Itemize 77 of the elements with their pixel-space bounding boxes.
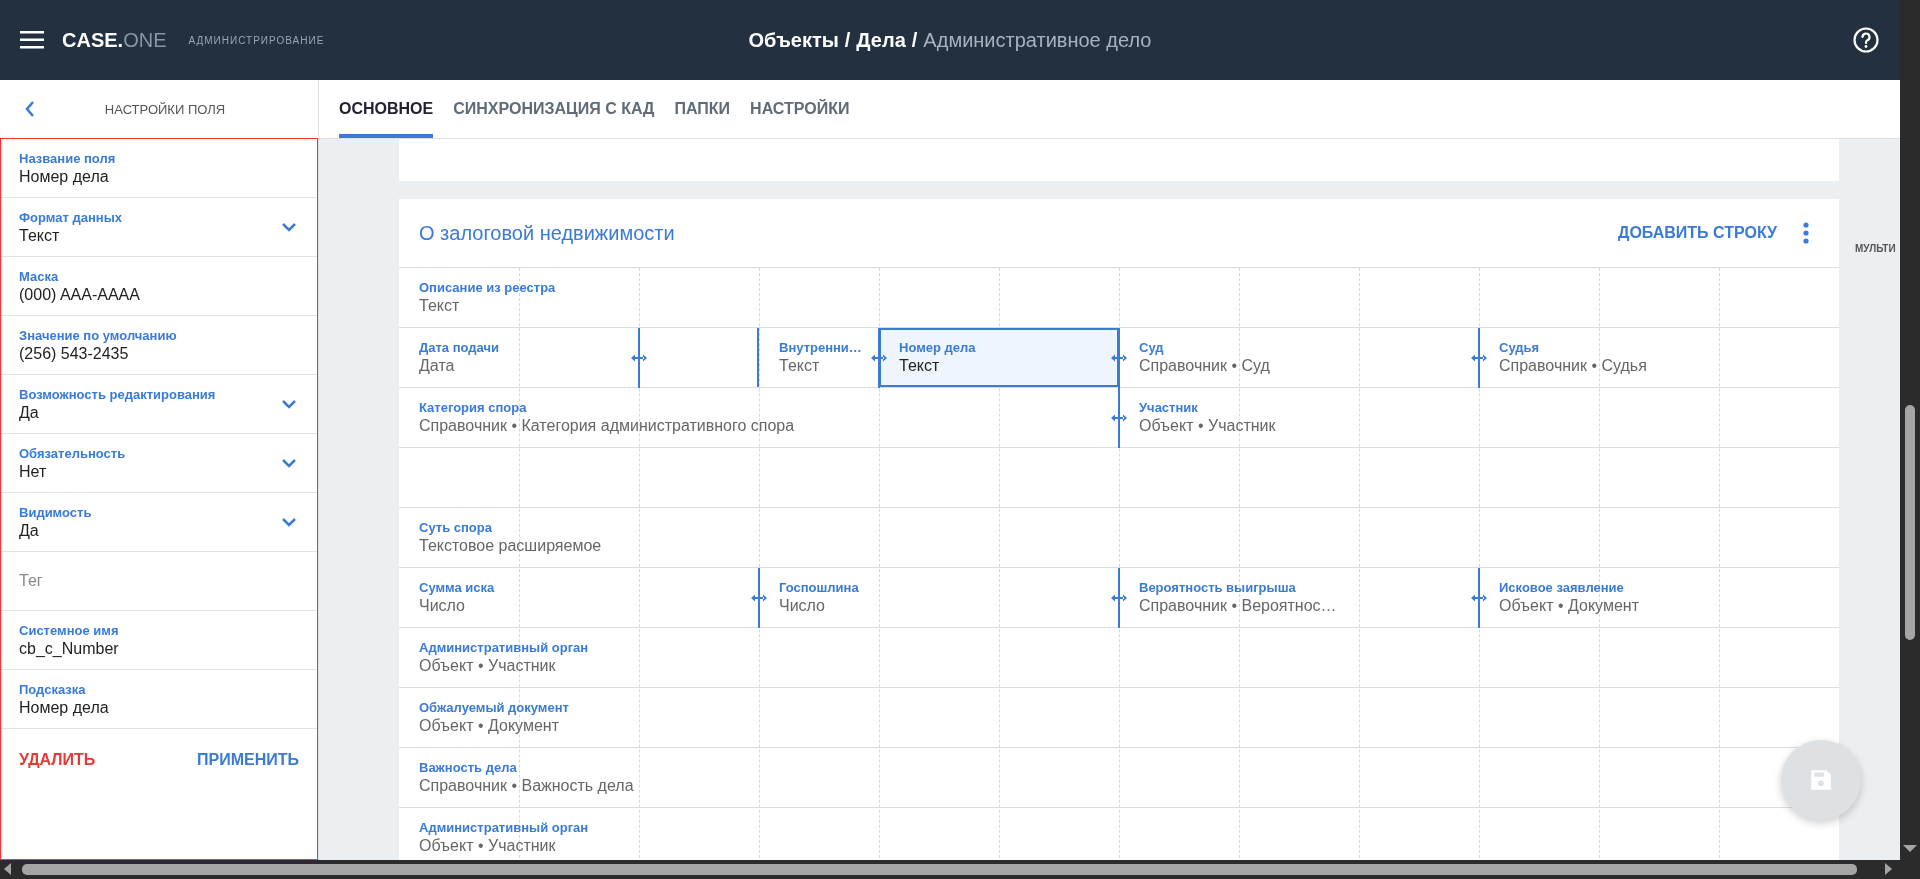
field-type: Объект • Документ bbox=[419, 717, 560, 735]
field-type: Текстовое расширяемое bbox=[419, 537, 602, 555]
select-field[interactable]: Формат данных Текст bbox=[1, 198, 317, 257]
field-label: Описание из реестра bbox=[419, 280, 556, 295]
field-type: Справочник • Вероятнос… bbox=[1139, 597, 1337, 615]
field-label: Номер дела bbox=[899, 340, 977, 355]
input-field[interactable]: Тег bbox=[1, 552, 317, 611]
add-row-button[interactable]: ДОБАВИТЬ СТРОКУ bbox=[1618, 220, 1777, 246]
field-label: Внутренни… bbox=[779, 340, 862, 355]
field-type: Справочник • Судья bbox=[1499, 357, 1647, 375]
field-cell[interactable]: Суть спора Текстовое расширяемое bbox=[419, 520, 602, 555]
text-field[interactable]: Подсказка Номер дела bbox=[1, 670, 317, 729]
field-type: Объект • Участник bbox=[419, 837, 557, 855]
select-field[interactable]: Видимость Да bbox=[1, 493, 317, 552]
text-field[interactable]: Системное имя cb_c_Number bbox=[1, 611, 317, 670]
field-cell[interactable]: Участник Объект • Участник bbox=[1139, 400, 1276, 435]
text-field[interactable]: Название поля Номер дела bbox=[1, 139, 317, 198]
field-label: Административный орган bbox=[419, 640, 589, 655]
breadcrumb-separator: / bbox=[911, 28, 918, 52]
field-type: Объект • Участник bbox=[1139, 417, 1276, 435]
app-subtitle: АДМИНИСТРИРОВАНИЕ bbox=[188, 34, 325, 46]
field-label: Судья bbox=[1499, 340, 1541, 355]
breadcrumb-separator: / bbox=[844, 28, 851, 52]
field-label: Административный орган bbox=[419, 820, 589, 835]
field-label: Сумма иска bbox=[419, 580, 495, 595]
text-field[interactable]: Значение по умолчанию (256) 543-2435 bbox=[1, 316, 317, 375]
apply-button[interactable]: ПРИМЕНИТЬ bbox=[197, 747, 299, 773]
field-type: Справочник • Важность дела bbox=[419, 777, 634, 795]
field-type: Число bbox=[779, 597, 826, 615]
delete-button[interactable]: УДАЛИТЬ bbox=[19, 747, 96, 773]
text-field[interactable]: Маска (000) AAA-AAAA bbox=[1, 257, 317, 316]
field-cell[interactable]: Номер дела Текст bbox=[879, 328, 1119, 387]
field-label: Категория спора bbox=[419, 400, 528, 415]
field-type: Текст bbox=[779, 357, 821, 375]
field-cell[interactable]: Исковое заявление Объект • Документ bbox=[1499, 580, 1639, 615]
field-cell[interactable]: Судья Справочник • Судья bbox=[1499, 340, 1647, 375]
field-cell[interactable]: Сумма иска Число bbox=[419, 580, 495, 615]
field-cell[interactable]: Административный орган Объект • Участник bbox=[419, 820, 589, 855]
logo: CASE.ONE bbox=[62, 28, 167, 52]
field-cell[interactable]: Дата подачи Дата bbox=[419, 340, 500, 375]
field-cell[interactable]: Категория спора Справочник • Категория административного спора bbox=[419, 400, 795, 435]
breadcrumb-item: Административное дело bbox=[923, 28, 1152, 52]
breadcrumb-item[interactable]: Объекты bbox=[748, 28, 839, 52]
field-type: Текст bbox=[419, 297, 461, 315]
panel-title: НАСТРОЙКИ ПОЛЯ bbox=[103, 101, 227, 117]
tab[interactable]: ПАПКИ bbox=[674, 80, 731, 138]
field-label: Участник bbox=[1139, 400, 1199, 415]
field-type: Число bbox=[419, 597, 466, 615]
field-label: Обжалуемый документ bbox=[419, 700, 569, 715]
field-cell[interactable]: Внутренни… Текст bbox=[779, 340, 862, 375]
field-type: Справочник • Категория административного спора bbox=[419, 417, 795, 435]
field-cell[interactable]: Вероятность выигрыша Справочник • Вероятнос… bbox=[1139, 580, 1337, 615]
field-label: Госпошлина bbox=[779, 580, 859, 595]
tab[interactable]: НАСТРОЙКИ bbox=[750, 80, 850, 138]
select-field[interactable]: Обязательность Нет bbox=[1, 434, 317, 493]
section-title: О залоговой недвижимости bbox=[419, 221, 675, 245]
side-label: МУЛЬТИ bbox=[1855, 243, 1896, 254]
field-type: Текст bbox=[899, 357, 941, 375]
field-type: Объект • Участник bbox=[419, 657, 557, 675]
breadcrumb-item[interactable]: Дела bbox=[856, 28, 906, 52]
field-label: Исковое заявление bbox=[1499, 580, 1625, 595]
field-cell[interactable]: Административный орган Объект • Участник bbox=[419, 640, 589, 675]
field-label: Дата подачи bbox=[419, 340, 500, 355]
field-label: Суд bbox=[1139, 340, 1165, 355]
field-label: Вероятность выигрыша bbox=[1139, 580, 1297, 595]
field-type: Объект • Документ bbox=[1499, 597, 1639, 615]
field-cell[interactable]: Суд Справочник • Суд bbox=[1139, 340, 1270, 375]
field-label: Суть спора bbox=[419, 520, 493, 535]
field-type: Справочник • Суд bbox=[1139, 357, 1270, 375]
tab[interactable]: СИНХРОНИЗАЦИЯ С КАД bbox=[453, 80, 655, 138]
field-cell[interactable]: Описание из реестра Текст bbox=[419, 280, 556, 315]
field-cell[interactable]: Госпошлина Число bbox=[779, 580, 859, 615]
field-cell[interactable]: Обжалуемый документ Объект • Документ bbox=[419, 700, 569, 735]
field-type: Дата bbox=[419, 357, 456, 375]
select-field[interactable]: Возможность редактирования Да bbox=[1, 375, 317, 434]
field-cell[interactable]: Важность дела Справочник • Важность дела bbox=[419, 760, 634, 795]
field-label: Важность дела bbox=[419, 760, 518, 775]
